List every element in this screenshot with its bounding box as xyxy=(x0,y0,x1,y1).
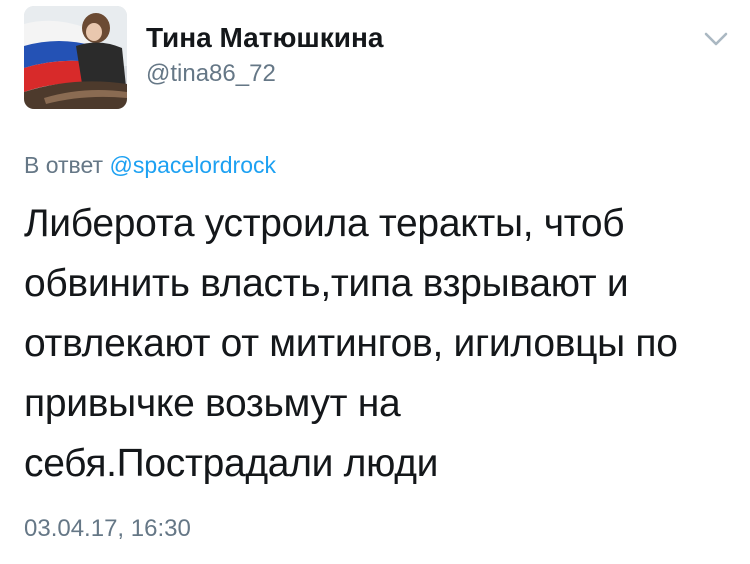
reply-mention-link[interactable]: @spacelordrock xyxy=(109,152,276,178)
avatar[interactable] xyxy=(24,6,127,109)
author-display-name[interactable]: Тина Матюшкина xyxy=(146,22,383,54)
tweet-text-line: себя.Пострадали люди xyxy=(24,442,439,485)
tweet-text-line: привычке возьмут на xyxy=(24,382,401,425)
tweet-text-line: Либерота устроила теракты, чтоб xyxy=(24,202,625,245)
tweet-text: Либерота устроила теракты, чтоб обвинить… xyxy=(24,194,730,494)
reply-prefix: В ответ xyxy=(24,152,104,178)
avatar-image xyxy=(24,6,127,109)
tweet-text-line: обвинить власть,типа взрывают и xyxy=(24,262,629,305)
reply-context: В ответ @spacelordrock xyxy=(24,152,276,179)
author-handle[interactable]: @tina86_72 xyxy=(146,60,276,88)
tweet-timestamp[interactable]: 03.04.17, 16:30 xyxy=(24,515,191,543)
chevron-down-icon[interactable] xyxy=(703,30,729,48)
tweet-text-line: отвлекают от митингов, игиловцы по xyxy=(24,322,678,365)
tweet-card: Тина Матюшкина @tina86_72 В ответ @space… xyxy=(0,0,750,564)
